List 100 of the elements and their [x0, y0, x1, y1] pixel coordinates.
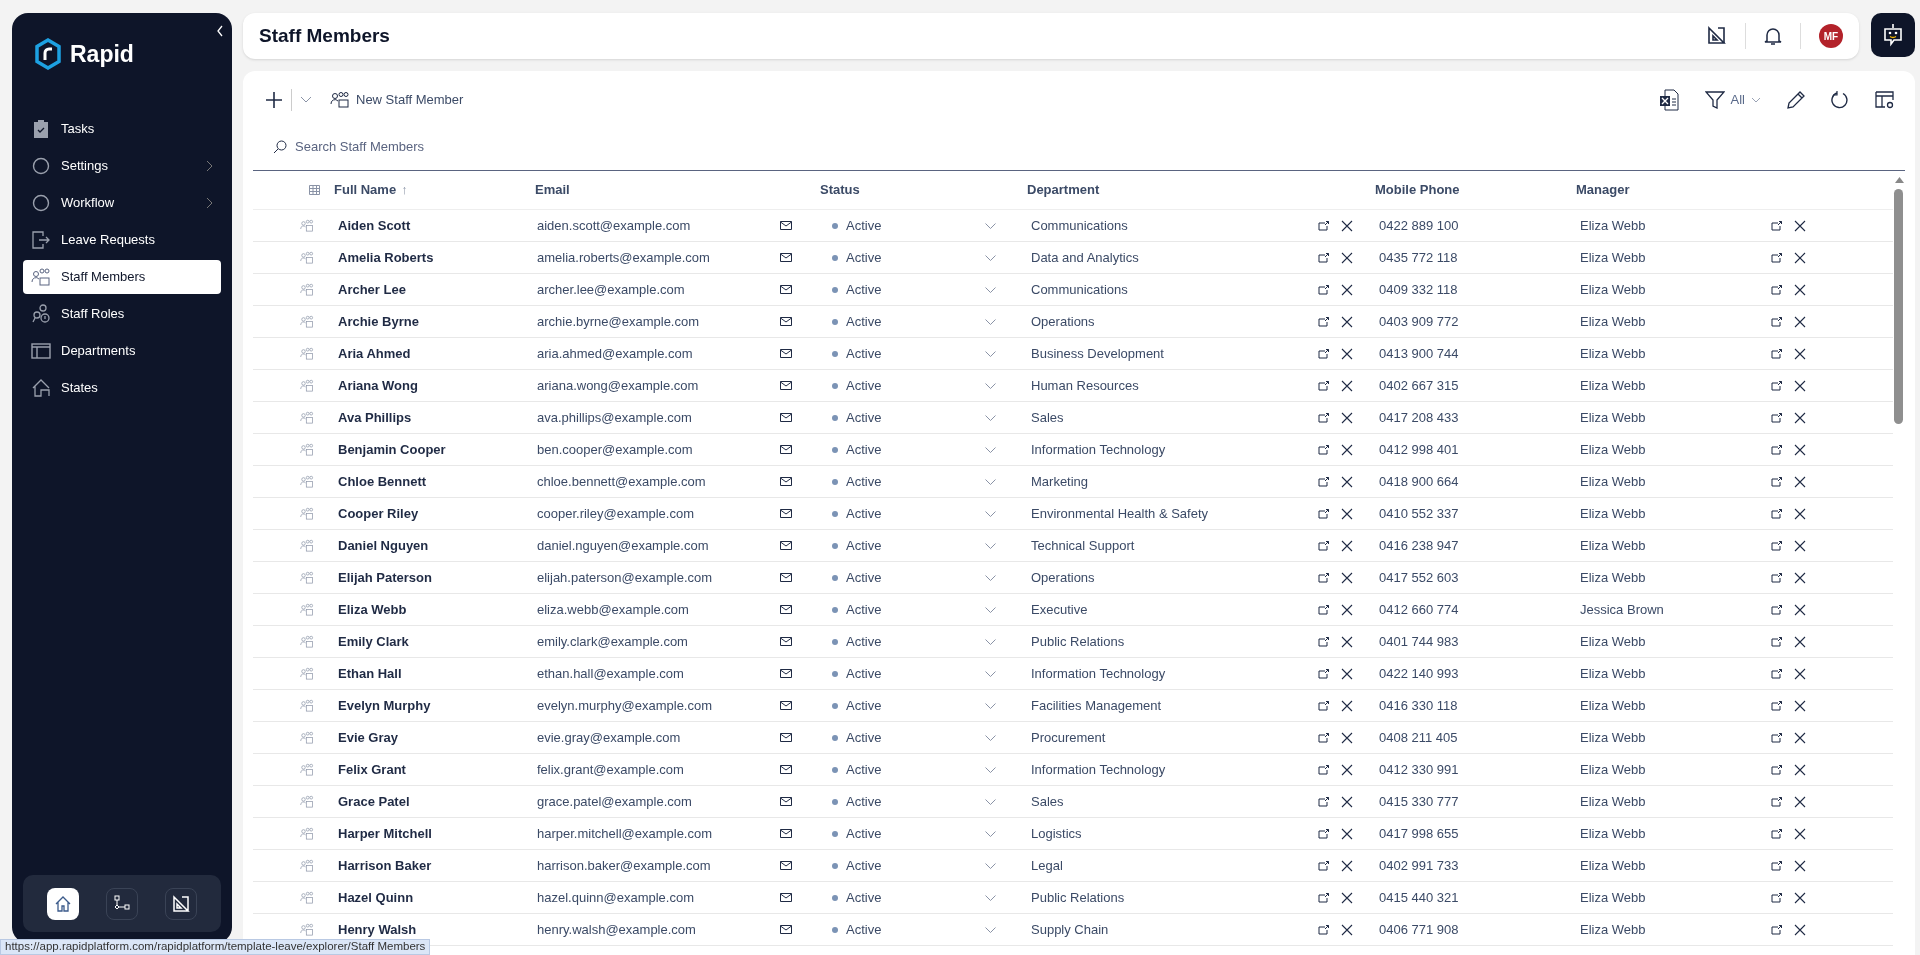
- status-dropdown[interactable]: Active: [812, 596, 1020, 623]
- status-dropdown[interactable]: Active: [812, 436, 1020, 463]
- status-dropdown[interactable]: Active: [812, 212, 1020, 239]
- mail-icon[interactable]: [780, 765, 792, 774]
- open-link-icon[interactable]: [1318, 348, 1329, 359]
- close-icon[interactable]: [1341, 635, 1353, 648]
- close-icon[interactable]: [1341, 251, 1353, 264]
- bell-icon[interactable]: [1764, 26, 1782, 46]
- column-header[interactable]: Full Name: [334, 180, 397, 200]
- open-link-icon[interactable]: [1318, 860, 1329, 871]
- close-icon[interactable]: [1341, 315, 1353, 328]
- close-icon[interactable]: [1794, 507, 1806, 520]
- sidebar-item[interactable]: Staff Members: [23, 259, 221, 294]
- mail-icon[interactable]: [780, 573, 792, 582]
- open-link-icon[interactable]: [1318, 252, 1329, 263]
- mail-icon[interactable]: [780, 701, 792, 710]
- close-icon[interactable]: [1341, 891, 1353, 904]
- status-dropdown[interactable]: Active: [812, 692, 1020, 719]
- open-link-icon[interactable]: [1771, 220, 1782, 231]
- collapse-icon[interactable]: [216, 25, 224, 37]
- close-icon[interactable]: [1794, 635, 1806, 648]
- open-link-icon[interactable]: [1318, 476, 1329, 487]
- close-icon[interactable]: [1794, 923, 1806, 936]
- close-icon[interactable]: [1794, 699, 1806, 712]
- status-dropdown[interactable]: Active: [812, 756, 1020, 783]
- scroll-up-icon[interactable]: [1895, 177, 1904, 183]
- close-icon[interactable]: [1341, 731, 1353, 744]
- mail-icon[interactable]: [780, 477, 792, 486]
- open-link-icon[interactable]: [1318, 700, 1329, 711]
- close-icon[interactable]: [1341, 283, 1353, 296]
- open-link-icon[interactable]: [1318, 540, 1329, 551]
- open-link-icon[interactable]: [1318, 220, 1329, 231]
- mail-icon[interactable]: [780, 221, 792, 230]
- open-link-icon[interactable]: [1771, 668, 1782, 679]
- mail-icon[interactable]: [780, 669, 792, 678]
- close-icon[interactable]: [1794, 347, 1806, 360]
- mail-icon[interactable]: [780, 445, 792, 454]
- open-link-icon[interactable]: [1771, 700, 1782, 711]
- open-link-icon[interactable]: [1318, 828, 1329, 839]
- open-link-icon[interactable]: [1318, 764, 1329, 775]
- open-link-icon[interactable]: [1771, 892, 1782, 903]
- status-dropdown[interactable]: Active: [812, 724, 1020, 751]
- close-icon[interactable]: [1794, 219, 1806, 232]
- status-dropdown[interactable]: Active: [812, 532, 1020, 559]
- close-icon[interactable]: [1341, 667, 1353, 680]
- open-link-icon[interactable]: [1771, 924, 1782, 935]
- open-link-icon[interactable]: [1318, 636, 1329, 647]
- sidebar-item[interactable]: Staff Roles: [23, 296, 221, 331]
- open-link-icon[interactable]: [1771, 412, 1782, 423]
- close-icon[interactable]: [1341, 699, 1353, 712]
- close-icon[interactable]: [1794, 315, 1806, 328]
- column-header[interactable]: Mobile Phone: [1375, 180, 1460, 200]
- close-icon[interactable]: [1341, 763, 1353, 776]
- open-link-icon[interactable]: [1318, 284, 1329, 295]
- status-dropdown[interactable]: Active: [812, 660, 1020, 687]
- close-icon[interactable]: [1341, 219, 1353, 232]
- open-link-icon[interactable]: [1318, 604, 1329, 615]
- open-link-icon[interactable]: [1771, 764, 1782, 775]
- close-icon[interactable]: [1794, 891, 1806, 904]
- sidebar-item[interactable]: Leave Requests: [23, 222, 221, 257]
- close-icon[interactable]: [1794, 379, 1806, 392]
- column-header[interactable]: Manager: [1576, 180, 1630, 200]
- scrollbar-thumb[interactable]: [1894, 189, 1903, 424]
- mail-icon[interactable]: [780, 733, 792, 742]
- open-link-icon[interactable]: [1771, 444, 1782, 455]
- status-dropdown[interactable]: Active: [812, 276, 1020, 303]
- column-header[interactable]: Department: [1027, 180, 1100, 200]
- column-header[interactable]: Email: [535, 180, 570, 200]
- close-icon[interactable]: [1794, 827, 1806, 840]
- close-icon[interactable]: [1341, 923, 1353, 936]
- open-link-icon[interactable]: [1771, 732, 1782, 743]
- dock-button[interactable]: [165, 887, 198, 920]
- user-avatar[interactable]: MF: [1819, 24, 1843, 48]
- close-icon[interactable]: [1341, 571, 1353, 584]
- close-icon[interactable]: [1794, 411, 1806, 424]
- open-link-icon[interactable]: [1771, 636, 1782, 647]
- mail-icon[interactable]: [780, 541, 792, 550]
- status-dropdown[interactable]: Active: [812, 404, 1020, 431]
- close-icon[interactable]: [1794, 443, 1806, 456]
- close-icon[interactable]: [1341, 603, 1353, 616]
- close-icon[interactable]: [1794, 763, 1806, 776]
- open-link-icon[interactable]: [1318, 668, 1329, 679]
- open-link-icon[interactable]: [1771, 572, 1782, 583]
- status-dropdown[interactable]: Active: [812, 916, 1020, 943]
- table-settings-icon[interactable]: [1875, 91, 1895, 109]
- column-header[interactable]: Status: [820, 180, 860, 200]
- close-icon[interactable]: [1341, 347, 1353, 360]
- dock-button[interactable]: [46, 887, 79, 920]
- sidebar-item[interactable]: Settings: [23, 148, 221, 183]
- mail-icon[interactable]: [780, 637, 792, 646]
- search-field[interactable]: Search Staff Members: [295, 136, 695, 157]
- close-icon[interactable]: [1341, 539, 1353, 552]
- open-link-icon[interactable]: [1318, 380, 1329, 391]
- mail-icon[interactable]: [780, 349, 792, 358]
- mail-icon[interactable]: [780, 861, 792, 870]
- close-icon[interactable]: [1341, 379, 1353, 392]
- mail-icon[interactable]: [780, 413, 792, 422]
- mail-icon[interactable]: [780, 605, 792, 614]
- open-link-icon[interactable]: [1771, 380, 1782, 391]
- close-icon[interactable]: [1794, 603, 1806, 616]
